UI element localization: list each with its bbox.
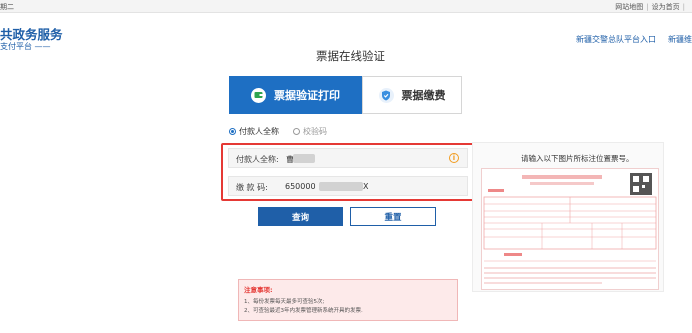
top-bar: 期二 网站地图 | 设为首页 | (0, 0, 692, 13)
radio-payer-name-label: 付款人全称 (239, 127, 279, 136)
notice-line-2: 2、可查验最近3年内发票管理新系统开具的发票. (244, 308, 363, 314)
tab-invoice-payment-label: 票据缴费 (401, 89, 446, 102)
radio-check-code-label: 校验码 (303, 127, 327, 136)
payment-code-value-start: 650000 (285, 182, 316, 191)
redacted-text (293, 154, 315, 163)
xinjiang-link[interactable]: 新疆维 (668, 34, 692, 45)
set-homepage-link[interactable]: 设为首页 (652, 3, 680, 11)
query-type-radio-group: 付款人全称 校验码 (229, 126, 327, 137)
tab-invoice-verify-print[interactable]: 票据验证打印 (229, 76, 362, 114)
notice-title: 注意事项: (244, 286, 273, 294)
topbar-links: 网站地图 | 设为首页 | (615, 3, 685, 11)
redacted-text (319, 182, 363, 191)
radio-check-code[interactable] (293, 128, 300, 135)
notice-line-1: 1、每份发票每天最多可查验5次; (244, 299, 325, 305)
sitemap-link[interactable]: 网站地图 (615, 3, 643, 11)
notice-box: 注意事项: 1、每份发票每天最多可查验5次; 2、可查验最近3年内发票管理新系统… (238, 279, 458, 321)
payer-name-field[interactable]: 付款人全称: 曹 i (228, 148, 468, 168)
sample-invoice-panel: 请输入以下图片所标注位置票号。 (472, 142, 664, 292)
brand-subtitle: 支付平台 —— (0, 42, 51, 51)
query-button[interactable]: 查询 (258, 207, 343, 226)
sample-invoice-image (481, 168, 659, 290)
reset-button[interactable]: 重置 (350, 207, 436, 226)
traffic-police-portal-link[interactable]: 新疆交警总队平台入口 (576, 34, 656, 45)
payment-code-value-end: X (363, 182, 369, 191)
tab-invoice-verify-print-label: 票据验证打印 (274, 89, 340, 102)
topbar-date-text: 期二 (0, 3, 14, 11)
sample-hint-text: 请输入以下图片所标注位置票号。 (521, 154, 634, 163)
payer-name-label: 付款人全称: (236, 155, 279, 164)
payment-code-label: 缴 款 码: (236, 183, 268, 192)
tab-invoice-payment[interactable]: 票据缴费 (362, 76, 462, 114)
radio-payer-name[interactable] (229, 128, 236, 135)
page-title: 票据在线验证 (316, 49, 385, 63)
shield-icon (378, 87, 394, 103)
info-icon[interactable]: i (449, 153, 459, 163)
wallet-icon (251, 87, 266, 103)
payment-code-field[interactable]: 缴 款 码: 650000 X (228, 176, 468, 196)
